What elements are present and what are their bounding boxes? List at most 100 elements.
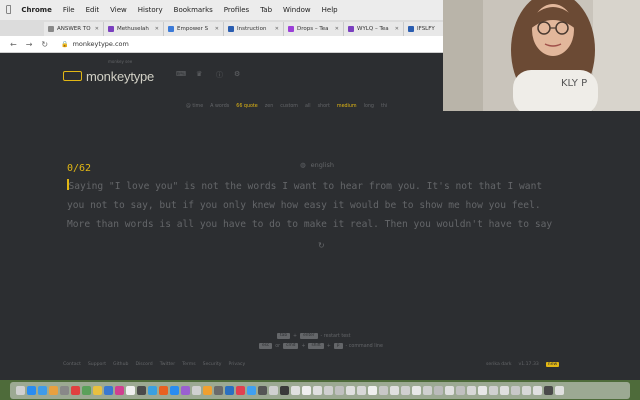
footer-terms-link[interactable]: Terms [182,362,196,367]
dock-app-icon[interactable] [500,386,509,395]
tab-close-icon[interactable]: ✕ [215,26,219,32]
dock-app-icon[interactable] [247,386,256,395]
dock-app-icon[interactable] [236,386,245,395]
menu-file[interactable]: File [63,6,75,14]
dock-app-icon[interactable] [269,386,278,395]
footer-theme-button[interactable]: serika dark [486,362,512,367]
dock-app-icon[interactable] [401,386,410,395]
dock-app-icon[interactable] [478,386,487,395]
footer-twitter-link[interactable]: Twitter [160,362,175,367]
apple-menu-icon[interactable]:  [6,5,11,15]
dock-app-icon[interactable] [82,386,91,395]
forward-arrow-icon[interactable]: → [26,40,33,49]
dock-app-icon[interactable] [456,386,465,395]
footer-discord-link[interactable]: Discord [135,362,152,367]
dock-app-icon[interactable] [511,386,520,395]
browser-tab[interactable]: Empower S ✕ [164,22,224,36]
menu-help[interactable]: Help [322,6,338,14]
menu-tab[interactable]: Tab [260,6,272,14]
dock-app-icon[interactable] [60,386,69,395]
menu-bookmarks[interactable]: Bookmarks [174,6,213,14]
dock-app-icon[interactable] [434,386,443,395]
footer-privacy-link[interactable]: Privacy [229,362,246,367]
dock-app-icon[interactable] [181,386,190,395]
dock-app-icon[interactable] [115,386,124,395]
dock-app-icon[interactable] [368,386,377,395]
browser-tab[interactable]: Methuselah ✕ [104,22,164,36]
mode-time[interactable]: @ time [186,104,203,109]
menu-edit[interactable]: Edit [86,6,100,14]
browser-tab[interactable]: Drops – Tea ✕ [284,22,344,36]
dock-app-icon[interactable] [225,386,234,395]
dock-app-icon[interactable] [489,386,498,395]
logo[interactable]: monkey see monkeytype [63,59,154,85]
dock-app-icon[interactable] [214,386,223,395]
mode-custom[interactable]: custom [280,104,298,109]
dock-app-icon[interactable] [357,386,366,395]
length-long[interactable]: long [364,104,374,109]
browser-tab[interactable]: ANSWER TO ✕ [44,22,104,36]
footer-security-link[interactable]: Security [203,362,222,367]
restart-icon[interactable]: ↻ [318,241,325,250]
crown-icon[interactable]: ♛ [196,70,202,78]
footer-contact-link[interactable]: Contact [63,362,81,367]
dock-app-icon[interactable] [93,386,102,395]
menu-view[interactable]: View [110,6,127,14]
tab-close-icon[interactable]: ✕ [395,26,399,32]
info-icon[interactable]: ⓘ [216,70,223,80]
dock-app-icon[interactable] [324,386,333,395]
dock-app-icon[interactable] [203,386,212,395]
dock-app-icon[interactable] [467,386,476,395]
dock-app-icon[interactable] [104,386,113,395]
menu-profiles[interactable]: Profiles [224,6,249,14]
dock-app-icon[interactable] [390,386,399,395]
browser-tab[interactable]: WYLQ – Tea ✕ [344,22,404,36]
dock-app-icon[interactable] [38,386,47,395]
mode-words[interactable]: A words [210,104,229,109]
mode-quote[interactable]: 66 quote [236,104,257,109]
dock-app-icon[interactable] [313,386,322,395]
length-medium[interactable]: medium [337,104,357,109]
menu-chrome[interactable]: Chrome [21,6,51,14]
footer-github-link[interactable]: Github [113,362,128,367]
dock-app-icon[interactable] [522,386,531,395]
dock-app-icon[interactable] [555,386,564,395]
dock-app-icon[interactable] [412,386,421,395]
dock-app-icon[interactable] [533,386,542,395]
dock-app-icon[interactable] [280,386,289,395]
settings-gear-icon[interactable]: ⚙ [234,70,240,78]
dock-app-icon[interactable] [335,386,344,395]
dock-app-icon[interactable] [192,386,201,395]
dock-app-icon[interactable] [159,386,168,395]
length-all[interactable]: all [305,104,311,109]
language-selector[interactable]: ◍ english [300,161,334,169]
mode-zen[interactable]: zen [265,104,274,109]
keyboard-icon[interactable]: ⌨ [176,70,186,78]
dock-app-icon[interactable] [148,386,157,395]
dock-app-icon[interactable] [16,386,25,395]
dock-app-icon[interactable] [170,386,179,395]
dock-app-icon[interactable] [258,386,267,395]
menu-history[interactable]: History [138,6,163,14]
footer-support-link[interactable]: Support [88,362,106,367]
menu-window[interactable]: Window [283,6,311,14]
length-thicc[interactable]: thi [381,104,387,109]
address-bar[interactable]: 🔒 monkeytype.com [61,40,129,48]
typing-test-words[interactable]: Saying "I love you" is not the words I w… [67,177,587,234]
dock-app-icon[interactable] [49,386,58,395]
dock-app-icon[interactable] [137,386,146,395]
reload-icon[interactable]: ↻ [41,40,48,49]
dock-app-icon[interactable] [27,386,36,395]
dock-app-icon[interactable] [302,386,311,395]
browser-tab[interactable]: Instruction ✕ [224,22,284,36]
dock-app-icon[interactable] [71,386,80,395]
footer-version[interactable]: v1.17.33 [519,362,539,367]
dock-app-icon[interactable] [291,386,300,395]
tab-close-icon[interactable]: ✕ [275,26,279,32]
tab-close-icon[interactable]: ✕ [335,26,339,32]
dock-app-icon[interactable] [544,386,553,395]
dock-app-icon[interactable] [126,386,135,395]
dock-app-icon[interactable] [445,386,454,395]
dock-app-icon[interactable] [379,386,388,395]
back-arrow-icon[interactable]: ← [10,40,17,49]
